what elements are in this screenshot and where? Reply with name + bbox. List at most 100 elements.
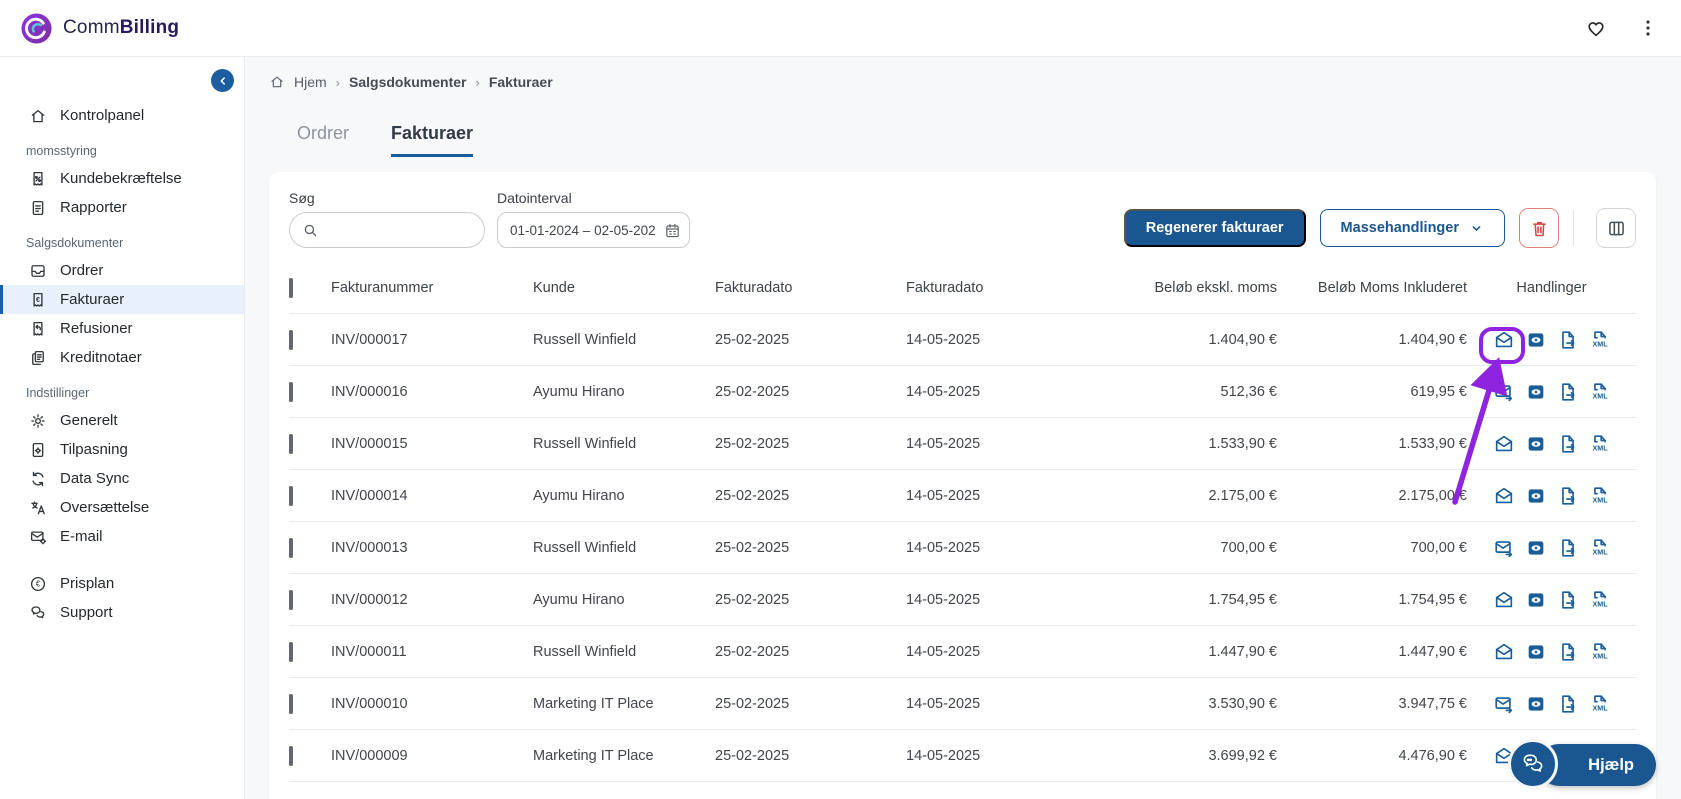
mail-open-icon[interactable] — [1493, 589, 1515, 611]
sidebar-item-generelt[interactable]: Generelt — [0, 406, 244, 435]
export-file-icon[interactable] — [1557, 693, 1579, 715]
preview-icon[interactable] — [1525, 589, 1547, 611]
row-checkbox[interactable] — [289, 693, 293, 714]
sidebar-item-support[interactable]: Support — [0, 598, 244, 627]
sidebar-item-e-mail[interactable]: E-mail — [0, 522, 244, 551]
invoice-date-1: 25-02-2025 — [715, 435, 790, 452]
export-file-icon[interactable] — [1557, 381, 1579, 403]
amount-incl-vat: 1.447,90 € — [1398, 643, 1467, 660]
calendar-icon — [664, 222, 681, 239]
chat-icon — [29, 604, 47, 622]
mail-open-icon[interactable] — [1493, 641, 1515, 663]
select-all-checkbox[interactable] — [289, 277, 293, 298]
download-xml-icon[interactable]: XML — [1589, 693, 1611, 715]
row-checkbox[interactable] — [289, 589, 293, 610]
download-xml-icon[interactable]: XML — [1589, 537, 1611, 559]
preview-icon[interactable] — [1525, 693, 1547, 715]
tab-ordrer[interactable]: Ordrer — [297, 123, 349, 157]
mail-send-icon[interactable] — [1493, 693, 1515, 715]
table-row-inv-000010: INV/000010 Marketing IT Place 25-02-2025 14… — [289, 678, 1636, 730]
svg-text:XML: XML — [1592, 496, 1608, 504]
svg-text:XML: XML — [1592, 652, 1608, 660]
preview-icon[interactable] — [1525, 381, 1547, 403]
row-checkbox[interactable] — [289, 485, 293, 506]
svg-text:€: € — [36, 579, 41, 588]
regenerate-invoices-button[interactable]: Regenerer fakturaer — [1123, 209, 1306, 247]
download-xml-icon[interactable]: XML — [1589, 329, 1611, 351]
preview-icon[interactable] — [1525, 433, 1547, 455]
preview-icon[interactable] — [1525, 485, 1547, 507]
breadcrumb-home[interactable]: Hjem — [294, 74, 327, 90]
sidebar-item-rapporter[interactable]: Rapporter — [0, 193, 244, 222]
search-input[interactable] — [327, 222, 472, 238]
date-range-input[interactable]: 01-01-2024 – 02-05-202 — [497, 212, 690, 248]
sidebar-item-fakturaer[interactable]: € Fakturaer — [0, 285, 244, 314]
row-checkbox[interactable] — [289, 641, 293, 662]
delete-button[interactable] — [1519, 208, 1559, 248]
sidebar-item-data-sync[interactable]: Data Sync — [0, 464, 244, 493]
heart-icon[interactable] — [1585, 17, 1607, 39]
row-checkbox[interactable] — [289, 537, 293, 558]
sidebar-item-label: E-mail — [60, 528, 103, 545]
preview-icon[interactable] — [1525, 641, 1547, 663]
bulk-actions-label: Massehandlinger — [1340, 220, 1459, 236]
download-xml-icon[interactable]: XML — [1589, 381, 1611, 403]
preview-icon[interactable] — [1525, 329, 1547, 351]
invoice-number: INV/000016 — [331, 383, 408, 400]
sidebar-item-overs-ttelse[interactable]: Oversættelse — [0, 493, 244, 522]
download-xml-icon[interactable]: XML — [1589, 485, 1611, 507]
sidebar-item-prisplan[interactable]: € Prisplan — [0, 569, 244, 598]
svg-text:€: € — [36, 295, 40, 303]
sidebar-item-ordrer[interactable]: Ordrer — [0, 256, 244, 285]
mail-open-icon[interactable] — [1493, 485, 1515, 507]
table-row-inv-000014: INV/000014 Ayumu Hirano 25-02-2025 14-05-20… — [289, 470, 1636, 522]
columns-button[interactable] — [1596, 208, 1636, 248]
tab-fakturaer[interactable]: Fakturaer — [391, 123, 474, 157]
mail-send-icon[interactable] — [1493, 381, 1515, 403]
search-field: Søg — [289, 190, 485, 248]
invoice-date-2: 14-05-2025 — [906, 331, 981, 348]
invoice-date-2: 14-05-2025 — [906, 695, 981, 712]
export-file-icon[interactable] — [1557, 329, 1579, 351]
mail-open-icon[interactable] — [1493, 329, 1515, 351]
sidebar-item-kreditnotaer[interactable]: Kreditnotaer — [0, 343, 244, 372]
download-xml-icon[interactable]: XML — [1589, 589, 1611, 611]
invoices-table: Fakturanummer Kunde Fakturadato Fakturad… — [289, 262, 1636, 782]
sidebar-item-tilpasning[interactable]: Tilpasning — [0, 435, 244, 464]
export-file-icon[interactable] — [1557, 433, 1579, 455]
row-actions: XML — [1467, 485, 1636, 507]
mail-send-icon[interactable] — [1493, 537, 1515, 559]
amount-incl-vat: 1.754,95 € — [1398, 591, 1467, 608]
help-button[interactable]: Hjælp — [1508, 739, 1656, 789]
sidebar-item-label: Kundebekræftelse — [60, 170, 182, 187]
preview-icon[interactable] — [1525, 537, 1547, 559]
breadcrumb-salgsdokumenter[interactable]: Salgsdokumenter — [349, 74, 466, 90]
bulk-actions-button[interactable]: Massehandlinger — [1319, 209, 1505, 247]
date-range-value: 01-01-2024 – 02-05-202 — [510, 222, 656, 238]
kebab-menu-icon[interactable] — [1637, 17, 1659, 39]
export-file-icon[interactable] — [1557, 641, 1579, 663]
export-file-icon[interactable] — [1557, 537, 1579, 559]
sidebar-item-label: Refusioner — [60, 320, 133, 337]
sidebar-item-label: Ordrer — [60, 262, 104, 279]
download-xml-icon[interactable]: XML — [1589, 641, 1611, 663]
sidebar-item-kontrolpanel[interactable]: Kontrolpanel — [0, 101, 244, 130]
row-checkbox[interactable] — [289, 745, 293, 766]
sidebar-collapse-button[interactable] — [211, 69, 234, 92]
row-checkbox[interactable] — [289, 381, 293, 402]
svg-text:XML: XML — [1592, 600, 1608, 608]
amount-incl-vat: 4.476,90 € — [1398, 747, 1467, 764]
sidebar-item-kundebekr-ftelse[interactable]: Kundebekræftelse — [0, 164, 244, 193]
sidebar-item-refusioner[interactable]: Refusioner — [0, 314, 244, 343]
amount-excl-vat: 3.699,92 € — [1208, 747, 1277, 764]
download-xml-icon[interactable]: XML — [1589, 433, 1611, 455]
customer-name: Ayumu Hirano — [533, 383, 625, 400]
chevron-down-icon — [1472, 225, 1481, 231]
mail-open-icon[interactable] — [1493, 433, 1515, 455]
row-checkbox[interactable] — [289, 433, 293, 454]
row-checkbox[interactable] — [289, 329, 293, 350]
export-file-icon[interactable] — [1557, 485, 1579, 507]
breadcrumb-fakturaer[interactable]: Fakturaer — [489, 74, 553, 90]
export-file-icon[interactable] — [1557, 589, 1579, 611]
document-icon — [29, 199, 47, 217]
